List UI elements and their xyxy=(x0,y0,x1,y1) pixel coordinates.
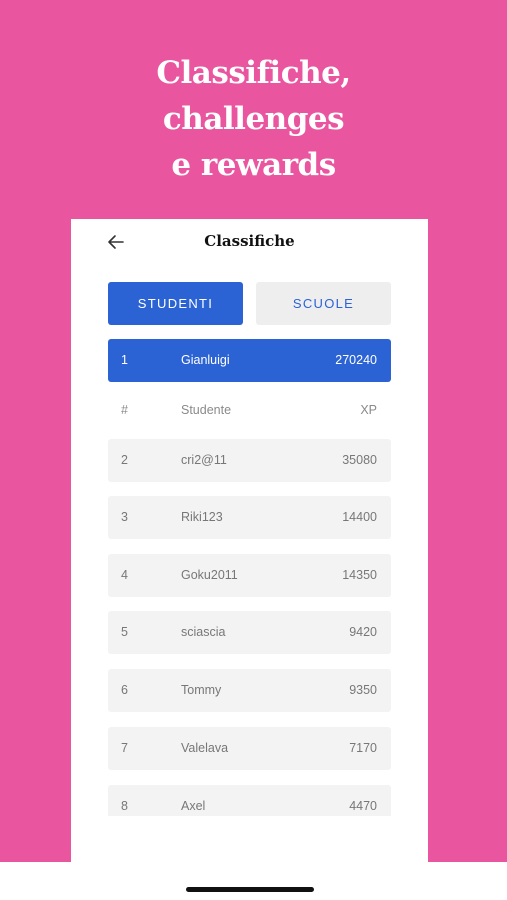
table-header: # Studente XP xyxy=(108,389,391,432)
student-name-cell: Gianluigi xyxy=(181,353,230,367)
headline-line-3: e rewards xyxy=(171,147,336,183)
rank-cell: 8 xyxy=(121,799,128,813)
page-title: Classifiche xyxy=(204,232,295,250)
student-name-cell: Goku2011 xyxy=(181,568,238,582)
headline-line-2: challenges xyxy=(162,101,345,137)
xp-cell: 4470 xyxy=(349,799,377,813)
table-row[interactable]: 7 Valelava 7170 xyxy=(108,727,391,770)
header-xp: XP xyxy=(360,403,377,417)
table-row[interactable]: 5 sciascia 9420 xyxy=(108,611,391,654)
xp-cell: 35080 xyxy=(342,453,377,467)
rank-cell: 1 xyxy=(121,353,128,367)
xp-cell: 14400 xyxy=(342,510,377,524)
student-name-cell: Tommy xyxy=(181,683,222,697)
student-name-cell: sciascia xyxy=(181,625,226,639)
student-name-cell: Valelava xyxy=(181,741,229,755)
table-row[interactable]: 8 Axel 4470 xyxy=(108,785,391,816)
rank-cell: 2 xyxy=(121,453,128,467)
xp-cell: 9350 xyxy=(349,683,377,697)
table-row[interactable]: 6 Tommy 9350 xyxy=(108,669,391,712)
student-name-cell: cri2@11 xyxy=(181,453,227,467)
student-name-cell: Axel xyxy=(181,799,206,813)
home-indicator[interactable] xyxy=(186,887,314,892)
promo-headline: Classifiche, challenges e rewards xyxy=(0,50,507,188)
rank-cell: 4 xyxy=(121,568,128,582)
rank-cell: 5 xyxy=(121,625,128,639)
headline-line-1: Classifiche, xyxy=(156,55,351,91)
rank-cell: 3 xyxy=(121,510,128,524)
phone-screen: Classifiche STUDENTI SCUOLE 1 Gianluigi … xyxy=(71,219,428,900)
xp-cell: 270240 xyxy=(335,353,377,367)
header-rank: # xyxy=(121,403,128,417)
rank-cell: 6 xyxy=(121,683,128,697)
header-student: Studente xyxy=(181,403,232,417)
tab-studenti[interactable]: STUDENTI xyxy=(108,282,243,325)
table-row[interactable]: 3 Riki123 14400 xyxy=(108,496,391,539)
xp-cell: 7170 xyxy=(349,741,377,755)
current-user-row[interactable]: 1 Gianluigi 270240 xyxy=(108,339,391,382)
table-row[interactable]: 2 cri2@11 35080 xyxy=(108,439,391,482)
xp-cell: 9420 xyxy=(349,625,377,639)
table-row[interactable]: 4 Goku2011 14350 xyxy=(108,554,391,597)
rank-cell: 7 xyxy=(121,741,128,755)
top-bar: Classifiche xyxy=(71,219,428,267)
tab-scuole[interactable]: SCUOLE xyxy=(256,282,391,325)
student-name-cell: Riki123 xyxy=(181,510,223,524)
xp-cell: 14350 xyxy=(342,568,377,582)
